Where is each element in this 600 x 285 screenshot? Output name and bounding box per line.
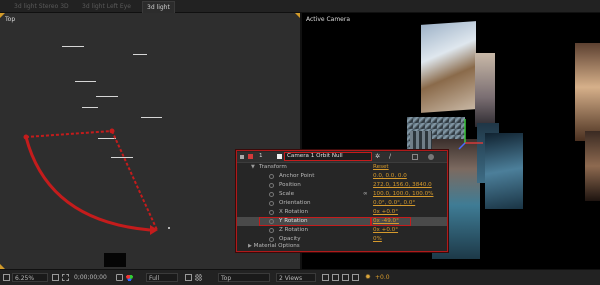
- property-row: Z Rotation 0x +0.0°: [237, 226, 447, 235]
- stopwatch-icon[interactable]: [269, 237, 274, 242]
- stopwatch-icon[interactable]: [269, 228, 274, 233]
- 3d-view-dropdown[interactable]: Top: [218, 273, 270, 282]
- property-value-z-rotation[interactable]: 0x +0.0°: [373, 226, 398, 235]
- property-name-y-rotation: Y Rotation: [279, 218, 308, 224]
- property-name-orientation: Orientation: [279, 200, 311, 206]
- exposure-icon[interactable]: ✹: [365, 274, 372, 281]
- transparency-grid-icon[interactable]: [195, 274, 202, 281]
- zoom-value: 6.25%: [15, 275, 35, 282]
- fast-previews-icon[interactable]: [332, 274, 339, 281]
- layer-name-field[interactable]: Camera 1 Orbit Null: [284, 152, 372, 161]
- stopwatch-icon[interactable]: [269, 219, 274, 224]
- view-layout-value: 2 Views: [279, 275, 303, 282]
- channel-icon[interactable]: [126, 274, 133, 281]
- material-options-row[interactable]: ▶ Material Options: [248, 243, 300, 249]
- layer-index: 1: [259, 153, 263, 159]
- property-value-x-rotation[interactable]: 0x +0.0°: [373, 208, 398, 217]
- material-options-label: Material Options: [253, 243, 300, 249]
- image-plane[interactable]: [585, 131, 600, 201]
- timeline-icon[interactable]: [342, 274, 349, 281]
- image-plane[interactable]: [575, 43, 600, 141]
- stopwatch-icon[interactable]: [269, 174, 274, 179]
- stopwatch-icon[interactable]: [269, 192, 274, 197]
- parent-pickwhip-icon[interactable]: [412, 154, 418, 160]
- reset-link[interactable]: Reset: [373, 163, 389, 172]
- zoom-dropdown[interactable]: 6.25%: [12, 273, 48, 282]
- always-preview-icon[interactable]: [3, 274, 10, 281]
- constrain-proportions-icon[interactable]: ∞: [363, 190, 368, 199]
- tab-left-eye[interactable]: 3d light Left Eye: [78, 1, 135, 12]
- property-value-opacity[interactable]: 0%: [373, 235, 382, 244]
- resolution-dropdown[interactable]: Full: [146, 273, 178, 282]
- property-row: Orientation 0.0°, 0.0°, 0.0°: [237, 199, 447, 208]
- composition-tab-bar: 3d light Stereo 3D 3d light Left Eye 3d …: [0, 0, 600, 13]
- visibility-icon[interactable]: [240, 155, 244, 159]
- property-name-scale: Scale: [279, 191, 295, 197]
- tab-3d-light[interactable]: 3d light: [142, 1, 175, 13]
- parent-dropdown-icon[interactable]: [428, 154, 434, 160]
- tab-stereo-3d[interactable]: 3d light Stereo 3D: [10, 1, 73, 12]
- region-of-interest-icon[interactable]: [185, 274, 192, 281]
- property-value-scale[interactable]: 100.0, 100.0, 100.0%: [373, 190, 433, 199]
- viewport-label-active-camera: Active Camera: [306, 16, 351, 23]
- layer-header-row[interactable]: 1 Camera 1 Orbit Null ✲ /: [237, 152, 447, 163]
- disclosure-triangle-icon[interactable]: ▶: [248, 243, 252, 249]
- property-row: Anchor Point 0.0, 0.0, 0.0: [237, 172, 447, 181]
- viewer-toolbar: 6.25% 0;00;00;00 Full Top 2 Views ✹ +0.0: [0, 269, 600, 285]
- grid-icon[interactable]: [62, 274, 69, 281]
- quality-switch-icon[interactable]: /: [389, 153, 396, 160]
- property-value-position[interactable]: 272.0, 156.0, 3840.0: [373, 181, 432, 190]
- transform-group-row[interactable]: ▼ Transform Reset: [237, 163, 447, 172]
- timecode-value: 0;00;00;00: [74, 274, 107, 281]
- flowchart-icon[interactable]: [352, 274, 359, 281]
- property-value-anchor-point[interactable]: 0.0, 0.0, 0.0: [373, 172, 407, 181]
- safe-zones-icon[interactable]: [52, 274, 59, 281]
- property-name-anchor-point: Anchor Point: [279, 173, 315, 179]
- transform-label: Transform: [259, 164, 287, 170]
- exposure-value[interactable]: +0.0: [375, 273, 390, 282]
- highlight-box: [259, 217, 371, 226]
- property-row: Position 272.0, 156.0, 3840.0: [237, 181, 447, 190]
- transform-gizmo[interactable]: [457, 113, 487, 153]
- property-row: X Rotation 0x +0.0°: [237, 208, 447, 217]
- timecode-display[interactable]: 0;00;00;00: [72, 273, 116, 282]
- property-value-orientation[interactable]: 0.0°, 0.0°, 0.0°: [373, 199, 415, 208]
- camera-icon-block: [104, 253, 126, 267]
- property-name-position: Position: [279, 182, 301, 188]
- snapshot-icon[interactable]: [116, 274, 123, 281]
- stopwatch-icon[interactable]: [269, 201, 274, 206]
- image-plane[interactable]: [485, 133, 523, 209]
- disclosure-triangle-icon[interactable]: ▼: [251, 163, 255, 172]
- property-row-selected[interactable]: Y Rotation 0x -49.0°: [237, 217, 447, 226]
- image-plane[interactable]: [421, 21, 476, 113]
- stopwatch-icon[interactable]: [269, 210, 274, 215]
- property-name-z-rotation: Z Rotation: [279, 227, 309, 233]
- layer-type-icon: [277, 154, 282, 159]
- shy-switch-icon[interactable]: ✲: [375, 153, 384, 160]
- property-name-x-rotation: X Rotation: [279, 209, 309, 215]
- property-row: Scale ∞ 100.0, 100.0, 100.0%: [237, 190, 447, 199]
- view-layout-dropdown[interactable]: 2 Views: [276, 273, 316, 282]
- toggle-pixel-aspect-icon[interactable]: [322, 274, 329, 281]
- layer-properties-panel: 1 Camera 1 Orbit Null ✲ / ▼ Transform Re…: [236, 150, 448, 252]
- resolution-value: Full: [149, 275, 160, 282]
- label-color-swatch[interactable]: [248, 154, 253, 159]
- property-value-y-rotation[interactable]: 0x -49.0°: [373, 217, 399, 226]
- stopwatch-icon[interactable]: [269, 183, 274, 188]
- 3d-view-value: Top: [221, 275, 232, 282]
